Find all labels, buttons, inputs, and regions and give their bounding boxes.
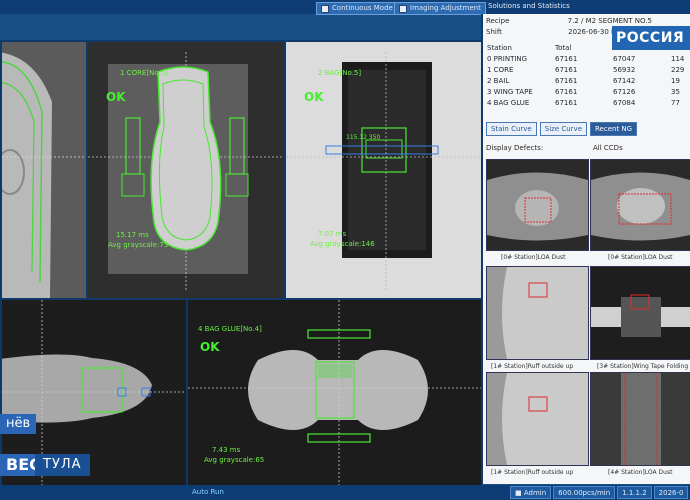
defect-caption: [4# Station]LOA Dust xyxy=(608,469,673,476)
station-total: 67161 xyxy=(555,87,578,96)
recipe-label: Recipe xyxy=(486,17,510,25)
status-items: ■ Admin 600.00pcs/min 1.1.1.2 2026-0 xyxy=(510,486,689,499)
station-name: 0 PRINTING xyxy=(487,54,528,63)
processing-time: 15.17 ms xyxy=(116,231,149,239)
checkbox-icon xyxy=(399,4,407,13)
station-total: 67161 xyxy=(555,54,578,63)
all-ccds-select[interactable]: All CCDs xyxy=(593,144,623,152)
station-ng: 77 xyxy=(671,98,680,107)
defect-thumbnail[interactable] xyxy=(486,372,589,466)
defect-thumbnail[interactable] xyxy=(590,266,690,360)
defect-image xyxy=(487,160,588,250)
defect-image xyxy=(591,373,690,465)
speed-status: 600.00pcs/min xyxy=(553,486,616,499)
station-name: 4 BAG GLUE xyxy=(487,98,530,107)
tab-recent-ng[interactable]: Recent NG xyxy=(590,122,638,136)
table-row: 0 PRINTING 67161 67047 114 xyxy=(483,53,688,64)
shift-value: 2026-06-30 M xyxy=(568,28,618,36)
table-row: 1 CORE 67161 56932 229 xyxy=(483,64,688,75)
defect-thumbnail[interactable] xyxy=(590,372,690,466)
camera-image xyxy=(286,42,481,298)
defect-caption: [1# Station]Ruff outside up xyxy=(491,469,574,476)
col-header: Station xyxy=(487,43,512,52)
defect-thumbnail[interactable] xyxy=(486,266,589,360)
camera-title: 1 CORE[No.5] xyxy=(120,69,168,77)
camera-image xyxy=(88,42,284,298)
recipe-row: Recipe 7.2 / M2 SEGMENT NO.5 xyxy=(486,17,652,25)
auto-run-label: Auto Run xyxy=(192,488,224,496)
defect-thumbnail[interactable] xyxy=(590,159,690,251)
avg-grayscale: Avg grayscale:146 xyxy=(310,240,375,248)
station-name: 3 WING TAPE xyxy=(487,87,533,96)
checkbox-icon xyxy=(321,4,329,13)
status-ok: OK xyxy=(106,90,126,104)
station-ng: 229 xyxy=(671,65,685,74)
tab-size-curve[interactable]: Size Curve xyxy=(539,122,587,136)
defect-image xyxy=(591,160,690,250)
avg-grayscale: Avg grayscale:75 xyxy=(108,241,169,249)
camera-title: 4 BAG GLUE[No.4] xyxy=(198,325,262,333)
shift-row: Shift 2026-06-30 M xyxy=(486,28,617,36)
station-ok: 67126 xyxy=(613,87,636,96)
region-label: ТУЛА xyxy=(35,454,90,476)
defect-caption: [3# Station]Wing Tape Folding xyxy=(597,363,689,370)
recipe-value: 7.2 / M2 SEGMENT NO.5 xyxy=(567,17,652,25)
defect-image xyxy=(487,267,588,359)
user-name: Admin xyxy=(523,489,547,497)
station-ok: 67047 xyxy=(613,54,636,63)
processing-time: 7.43 ms xyxy=(212,446,241,454)
defect-caption: [1# Station]Ruff outside up xyxy=(491,363,574,370)
stats-panel-title: Solutions and Statistics xyxy=(488,2,570,10)
defect-image xyxy=(487,373,588,465)
station-stats-table: Station Total 0 PRINTING 67161 67047 114… xyxy=(483,42,688,108)
station-ng: 114 xyxy=(671,54,685,63)
camera-view-core[interactable]: 1 CORE[No.5] OK 15.17 ms Avg grayscale:7… xyxy=(86,40,286,300)
camera-title: 2 BAG[No.5] xyxy=(318,69,362,77)
display-defects-label: Display Defects: xyxy=(486,144,544,152)
defect-thumbnail[interactable] xyxy=(486,159,589,251)
defect-caption: [0# Station]LOA Dust xyxy=(501,254,566,261)
stats-panel: Recipe 7.2 / M2 SEGMENT NO.5 Shift 2026-… xyxy=(481,14,690,484)
camera-view-bag[interactable]: 2 BAG[No.5] OK 115.12 350 7.07 ms Avg gr… xyxy=(284,40,483,300)
imaging-adjustment-button[interactable]: Imaging Adjustment xyxy=(394,2,486,15)
camera-view-bag-glue[interactable]: 4 BAG GLUE[No.4] OK 7.43 ms Avg grayscal… xyxy=(186,298,483,488)
user-status: ■ Admin xyxy=(510,486,552,499)
table-row: 3 WING TAPE 67161 67126 35 xyxy=(483,86,688,97)
station-total: 67161 xyxy=(555,76,578,85)
station-ok: 56932 xyxy=(613,65,636,74)
date-status: 2026-0 xyxy=(653,486,689,499)
station-name: 1 CORE xyxy=(487,65,514,74)
measure-readout: 115.12 350 xyxy=(346,134,381,141)
processing-time: 7.07 ms xyxy=(318,230,347,238)
status-ok: OK xyxy=(304,90,324,104)
avg-grayscale: Avg grayscale:65 xyxy=(204,456,265,464)
shift-label: Shift xyxy=(486,28,502,36)
station-ok: 67084 xyxy=(613,98,636,107)
imaging-adjustment-label: Imaging Adjustment xyxy=(410,4,481,12)
station-ng: 19 xyxy=(671,76,680,85)
station-ng: 35 xyxy=(671,87,680,96)
col-header: Total xyxy=(555,43,572,52)
station-total: 67161 xyxy=(555,98,578,107)
station-total: 67161 xyxy=(555,65,578,74)
station-ok: 67142 xyxy=(613,76,636,85)
defect-caption: [0# Station]LOA Dust xyxy=(608,254,673,261)
continuous-mode-label: Continuous Mode xyxy=(332,4,393,12)
table-row: 2 BAIL 67161 67142 19 xyxy=(483,75,688,86)
station-name: 2 BAIL xyxy=(487,76,510,85)
caption-name-fragment: нёв xyxy=(0,414,37,434)
camera-view-printing[interactable] xyxy=(0,40,88,300)
defect-image xyxy=(591,267,690,359)
camera-image xyxy=(2,42,86,298)
version-status: 1.1.1.2 xyxy=(617,486,652,499)
table-row: 4 BAG GLUE 67161 67084 77 xyxy=(483,97,688,108)
tab-stain-curve[interactable]: Stain Curve xyxy=(486,122,537,136)
continuous-mode-button[interactable]: Continuous Mode xyxy=(316,2,398,15)
chart-tabs: Stain Curve Size Curve Recent NG xyxy=(486,122,638,136)
channel-logo: РОССИЯ xyxy=(612,26,690,50)
status-ok: OK xyxy=(200,340,220,354)
